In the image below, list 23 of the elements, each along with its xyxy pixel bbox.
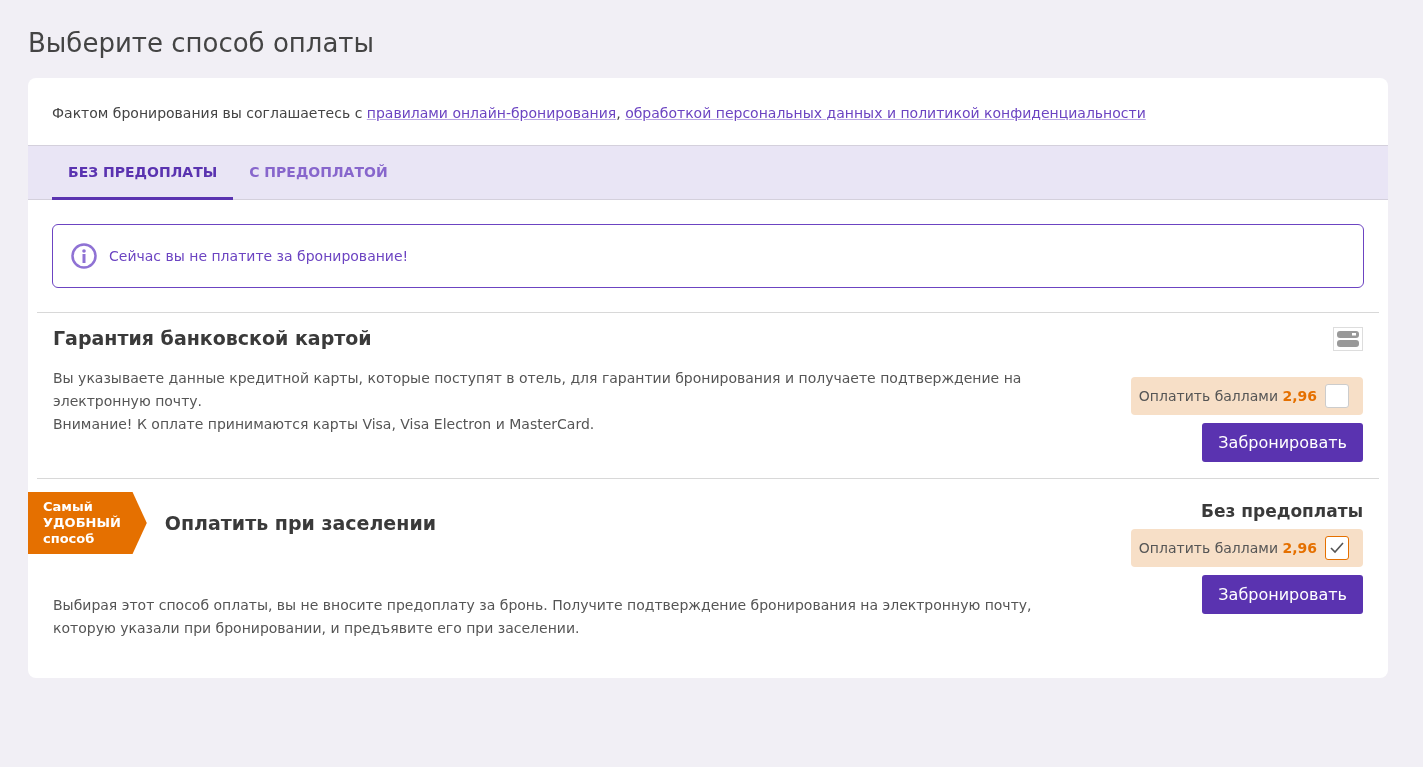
points-label: Оплатить баллами 2,96 xyxy=(1138,388,1317,404)
points-label: Оплатить баллами 2,96 xyxy=(1138,540,1317,556)
policy-link[interactable]: обработкой персональных данных и политикой конфиденциальности xyxy=(625,105,1146,121)
method-description: Внимание! К оплате принимаются карты Visa, Visa Electron и MasterCard. xyxy=(53,415,596,434)
notice-text: Сейчас вы не платите за бронирование! xyxy=(109,248,409,264)
info-icon xyxy=(71,243,97,269)
payment-tab[interactable]: БЕЗ ПРЕДОПЛАТЫ xyxy=(52,146,234,200)
payment-tab[interactable]: С ПРЕДОПЛАТОЙ xyxy=(233,146,404,200)
method-description: Вы указываете данные кредитной карты, которые поступят в отель, для гарантии бронирования и получаете подтверждение на электронную почту. xyxy=(53,369,1023,411)
method-description: Выбирая этот способ оплаты, вы не вносите предоплату за бронь. Получите подтверждение бронирования на электронную почту, которую указали при бронировании, и предъявите его при заселении. xyxy=(53,596,1033,638)
policy-link[interactable]: правилами онлайн-бронирования xyxy=(366,105,617,121)
method-title: Оплатить при заселении xyxy=(164,512,436,534)
points-checkbox[interactable] xyxy=(1325,536,1349,560)
points-checkbox[interactable] xyxy=(1325,384,1349,408)
price-label: Без предоплаты xyxy=(1200,501,1363,521)
recommended-badge: Самый УДОБНЫЙ способ xyxy=(28,492,147,554)
book-button[interactable]: Забронировать xyxy=(1202,423,1363,462)
agreement-text: Фактом бронирования вы соглашаетесь с правилами онлайн-бронирования, обработкой персональных данных и политикой конфиденциальности xyxy=(51,104,1147,123)
book-button[interactable]: Забронировать xyxy=(1202,575,1363,614)
checkmark-icon xyxy=(1330,542,1344,554)
page-title: Выберите способ оплаты xyxy=(28,28,376,58)
credit-card-icon xyxy=(1333,327,1363,351)
method-title: Гарантия банковской картой xyxy=(53,327,373,349)
